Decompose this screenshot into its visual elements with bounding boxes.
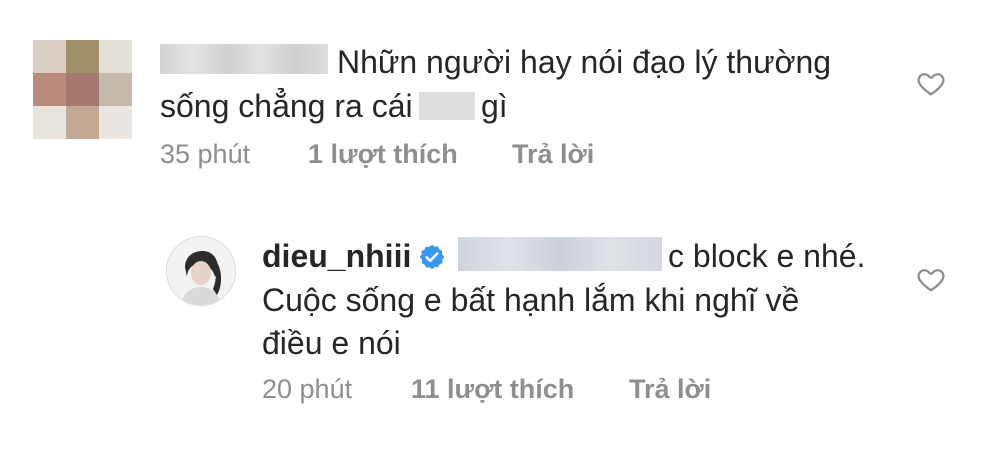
commenter-avatar-blurred[interactable] (33, 40, 132, 139)
avatar-pixel (66, 106, 99, 139)
avatar-pixel (66, 73, 99, 106)
comment-text-line: gì (481, 88, 508, 124)
avatar-pixel (33, 106, 66, 139)
reply-button[interactable]: Trả lời (629, 374, 711, 404)
reply-button[interactable]: Trả lời (512, 139, 594, 169)
avatar-pixel (99, 73, 132, 106)
verified-badge-icon (418, 243, 446, 271)
avatar-pixel (33, 73, 66, 106)
comment-text-line: sống chẳng ra cái (160, 88, 413, 124)
comment-timestamp: 20 phút (262, 374, 353, 404)
avatar-pixel (99, 106, 132, 139)
comment-text-line: c block e nhé. (668, 238, 866, 274)
heart-outline-icon[interactable] (916, 264, 946, 294)
comment-text-line: Cuộc sống e bất hạnh lắm khi nghĩ về (262, 282, 800, 318)
commenter-username[interactable]: dieu_nhiii (262, 236, 411, 276)
likes-count-button[interactable]: 1 lượt thích (308, 139, 458, 169)
mentioned-username-redacted (458, 237, 662, 271)
redacted-word (419, 92, 475, 120)
heart-outline-icon[interactable] (916, 68, 946, 98)
commenter-avatar[interactable] (166, 236, 236, 306)
comment-text-line: điều e nói (262, 325, 401, 361)
avatar-pixel (99, 40, 132, 73)
commenter-username-redacted[interactable] (160, 44, 328, 74)
avatar-pixel (66, 40, 99, 73)
comment-timestamp: 35 phút (160, 139, 251, 169)
likes-count-button[interactable]: 11 lượt thích (411, 374, 574, 404)
comment-text-line: Nhữn người hay nói đạo lý thường (337, 44, 832, 80)
avatar-pixel (33, 40, 66, 73)
